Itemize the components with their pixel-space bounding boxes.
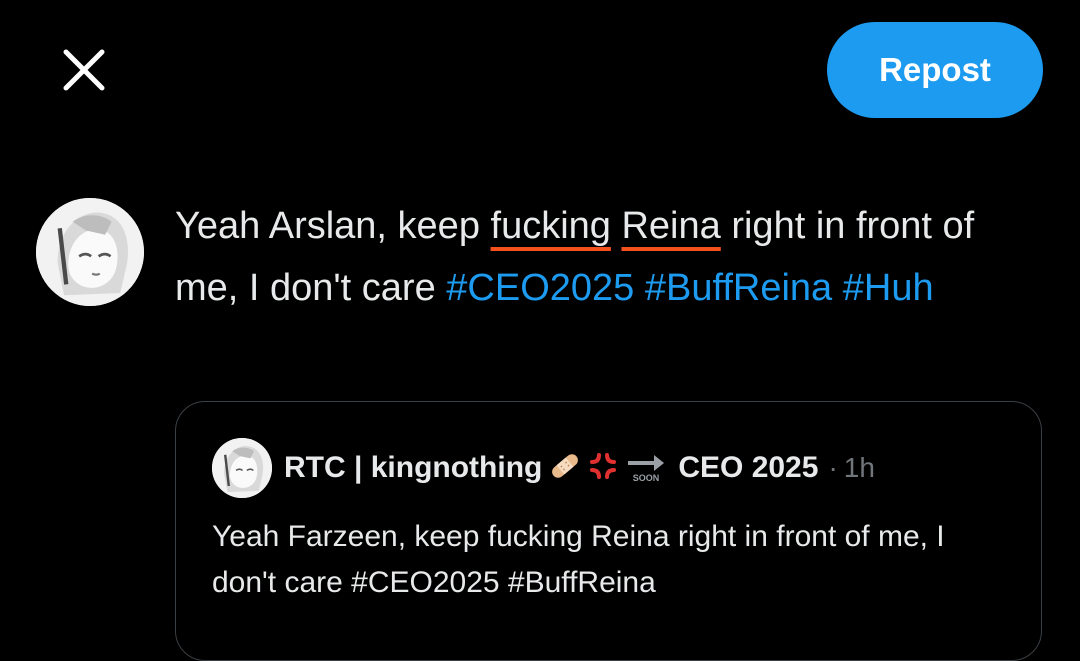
- quoted-author-name: RTC | kingnothing: [284, 451, 543, 484]
- anime-avatar-icon: [212, 438, 272, 498]
- spellcheck-word[interactable]: Reina: [621, 205, 720, 247]
- compose-text-segment: [634, 267, 645, 309]
- spellcheck-word[interactable]: fucking: [491, 205, 611, 247]
- avatar[interactable]: [36, 198, 144, 306]
- hashtag[interactable]: #Huh: [843, 267, 934, 309]
- soon-arrow-emoji-icon: SOON: [624, 448, 668, 489]
- compose-text-segment: [611, 205, 622, 247]
- quoted-avatar: [212, 438, 272, 498]
- quoted-post-card[interactable]: RTC | kingnothing SOON CEO 2025 · 1h Yea…: [175, 401, 1042, 661]
- quoted-post-text: Yeah Farzeen, keep fucking Reina right i…: [212, 520, 945, 599]
- close-icon: [63, 49, 105, 91]
- compose-text[interactable]: Yeah Arslan, keep fucking Reina right in…: [175, 195, 1035, 319]
- bandage-emoji-icon: [548, 449, 582, 488]
- anger-emoji-icon: [588, 451, 618, 486]
- compose-text-segment: [832, 267, 843, 309]
- quoted-post-time: 1h: [843, 452, 875, 483]
- anime-avatar-icon: [36, 198, 144, 306]
- repost-button[interactable]: Repost: [827, 22, 1043, 118]
- close-button[interactable]: [54, 40, 114, 100]
- quoted-post-header: RTC | kingnothing SOON CEO 2025 · 1h: [212, 438, 875, 498]
- soon-label: SOON: [633, 473, 660, 483]
- separator-dot: ·: [828, 452, 838, 483]
- hashtag[interactable]: #CEO2025: [446, 267, 634, 309]
- compose-text-segment: Yeah Arslan, keep: [175, 205, 491, 247]
- hashtag[interactable]: #BuffReina: [645, 267, 832, 309]
- quoted-author-name-suffix: CEO 2025: [678, 451, 819, 484]
